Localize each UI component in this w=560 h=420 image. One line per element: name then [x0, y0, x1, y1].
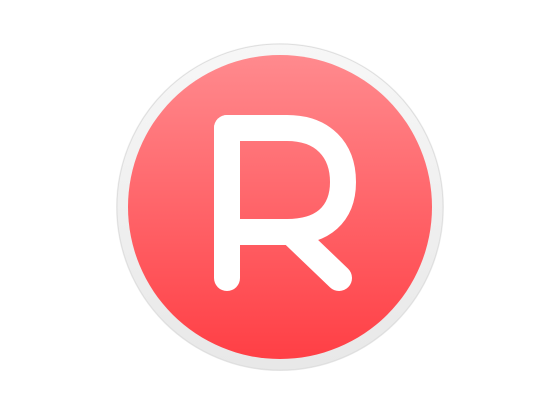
- r-logo-icon: [115, 42, 445, 372]
- canvas: [0, 0, 560, 420]
- icon-disc: [128, 55, 432, 359]
